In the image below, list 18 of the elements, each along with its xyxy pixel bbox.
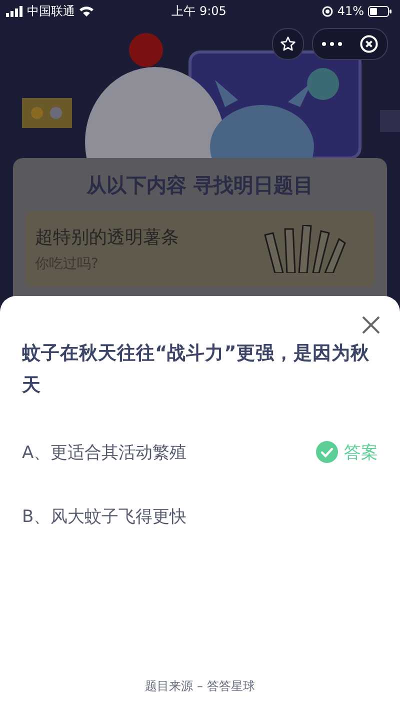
- battery-percent: 41%: [337, 4, 364, 18]
- close-button[interactable]: [360, 314, 382, 336]
- rotation-lock-icon: [322, 6, 334, 16]
- battery-icon: [368, 6, 392, 16]
- star-icon: [280, 36, 296, 52]
- signal-icon: [6, 6, 23, 16]
- question-text: 蚊子在秋天往往“战斗力”更强，是因为秋天: [22, 342, 370, 398]
- close-icon[interactable]: [360, 35, 378, 53]
- carrier-name: 中国联通: [27, 2, 75, 20]
- status-time: 上午 9:05: [172, 2, 226, 20]
- option-text: A、更适合其活动繁殖: [22, 442, 187, 464]
- article-title: 超特别的透明薯条: [35, 226, 179, 249]
- wifi-icon: [79, 6, 94, 16]
- option-text: B、风大蚊子飞得更快: [22, 506, 187, 528]
- answer-label: 答案: [344, 442, 378, 464]
- source-note: 题目来源 – 答答星球: [144, 678, 256, 695]
- favorite-button[interactable]: [272, 28, 304, 60]
- more-icon[interactable]: [322, 42, 342, 46]
